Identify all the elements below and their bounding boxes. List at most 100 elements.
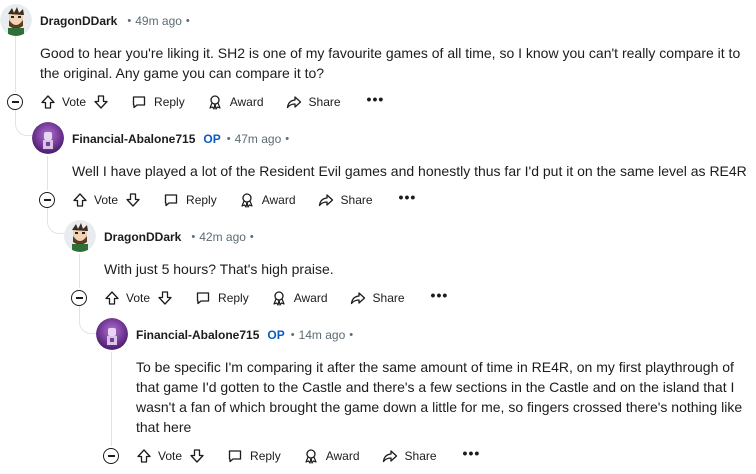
comment-body: Well I have played a lot of the Resident… (72, 161, 747, 181)
reply-icon (163, 192, 179, 208)
downvote-icon[interactable] (125, 192, 141, 208)
share-button[interactable]: Share (286, 94, 341, 110)
timestamp[interactable]: 14m ago (299, 328, 346, 342)
comment-actions: Vote Reply Award Share ••• (40, 88, 384, 116)
reply-icon (227, 448, 243, 464)
separator-dot: • (127, 15, 132, 27)
award-label: Award (261, 193, 296, 207)
separator-dot: • (290, 329, 295, 341)
reply-label: Reply (154, 95, 185, 109)
thread-line (15, 36, 16, 92)
share-label: Share (308, 95, 341, 109)
comment-body-line: wasn't a fan of which brought the game d… (136, 399, 743, 415)
share-icon (318, 192, 334, 208)
downvote-icon[interactable] (93, 94, 109, 110)
reply-button[interactable]: Reply (227, 448, 281, 464)
separator-dot: • (349, 329, 354, 341)
award-label: Award (293, 291, 328, 305)
timestamp[interactable]: 49m ago (135, 14, 182, 28)
reply-label: Reply (250, 449, 281, 463)
collapse-icon[interactable] (103, 448, 119, 464)
comment-body-line: that game I'd gotten to the Castle and t… (136, 379, 735, 395)
collapse-icon[interactable] (7, 94, 23, 110)
share-icon (350, 290, 366, 306)
reply-button[interactable]: Reply (131, 94, 185, 110)
comment-meta: Financial-Abalone715 OP • 14m ago • (136, 328, 357, 342)
thread-line (79, 254, 80, 288)
reply-label: Reply (218, 291, 249, 305)
share-button[interactable]: Share (382, 448, 437, 464)
vote-group: Vote (72, 192, 141, 208)
vote-group: Vote (136, 448, 205, 464)
award-icon (271, 290, 287, 306)
vote-group: Vote (104, 290, 173, 306)
share-button[interactable]: Share (318, 192, 373, 208)
separator-dot: • (226, 133, 231, 145)
timestamp[interactable]: 42m ago (199, 230, 246, 244)
author-name[interactable]: DragonDDark (40, 14, 117, 28)
comment-body: To be specific I'm comparing it after th… (136, 357, 742, 437)
downvote-icon[interactable] (157, 290, 173, 306)
comment-meta: DragonDDark • 42m ago • (104, 230, 258, 244)
upvote-icon[interactable] (72, 192, 88, 208)
more-icon[interactable]: ••• (431, 288, 449, 306)
vote-label: Vote (62, 95, 87, 109)
comment-body-line: that here (136, 419, 192, 435)
comment-body: Good to hear you're liking it. SH2 is on… (40, 43, 740, 83)
author-name[interactable]: Financial-Abalone715 (136, 328, 259, 342)
comment-actions: Vote Reply Award Share ••• (104, 284, 448, 312)
author-name[interactable]: Financial-Abalone715 (72, 132, 195, 146)
comment-actions: Vote Reply Award Share ••• (136, 442, 480, 470)
share-button[interactable]: Share (350, 290, 405, 306)
vote-label: Vote (94, 193, 119, 207)
comment-body-line: Good to hear you're liking it. SH2 is on… (40, 45, 741, 61)
thread-line (47, 156, 48, 190)
separator-dot: • (191, 231, 196, 243)
vote-label: Vote (158, 449, 183, 463)
award-button[interactable]: Award (271, 290, 328, 306)
collapse-icon[interactable] (39, 192, 55, 208)
reply-button[interactable]: Reply (195, 290, 249, 306)
vote-label: Vote (126, 291, 151, 305)
author-name[interactable]: DragonDDark (104, 230, 181, 244)
avatar[interactable] (32, 122, 64, 154)
award-icon (207, 94, 223, 110)
award-button[interactable]: Award (303, 448, 360, 464)
avatar[interactable] (96, 318, 128, 350)
reply-button[interactable]: Reply (163, 192, 217, 208)
share-label: Share (372, 291, 405, 305)
comment-meta: Financial-Abalone715 OP • 47m ago • (72, 132, 293, 146)
upvote-icon[interactable] (104, 290, 120, 306)
award-icon (239, 192, 255, 208)
op-badge: OP (267, 328, 285, 342)
avatar[interactable] (64, 220, 96, 252)
separator-dot: • (285, 133, 290, 145)
comment-meta: DragonDDark • 49m ago • (40, 14, 194, 28)
comment-body-line: With just 5 hours? That's high praise. (104, 261, 334, 277)
separator-dot: • (249, 231, 254, 243)
comment-body-line: Well I have played a lot of the Resident… (72, 163, 747, 179)
award-button[interactable]: Award (207, 94, 264, 110)
separator-dot: • (185, 15, 190, 27)
comment-body-line: the original. Any game you can compare i… (40, 65, 325, 81)
upvote-icon[interactable] (136, 448, 152, 464)
more-icon[interactable]: ••• (463, 446, 481, 464)
award-button[interactable]: Award (239, 192, 296, 208)
award-label: Award (229, 95, 264, 109)
collapse-icon[interactable] (71, 290, 87, 306)
thread-line (111, 352, 112, 446)
share-icon (286, 94, 302, 110)
comment-actions: Vote Reply Award Share ••• (72, 186, 416, 214)
op-badge: OP (203, 132, 221, 146)
reply-icon (131, 94, 147, 110)
share-icon (382, 448, 398, 464)
upvote-icon[interactable] (40, 94, 56, 110)
share-label: Share (404, 449, 437, 463)
more-icon[interactable]: ••• (367, 92, 385, 110)
more-icon[interactable]: ••• (399, 190, 417, 208)
avatar[interactable] (0, 4, 32, 36)
award-label: Award (325, 449, 360, 463)
downvote-icon[interactable] (189, 448, 205, 464)
timestamp[interactable]: 47m ago (235, 132, 282, 146)
share-label: Share (340, 193, 373, 207)
